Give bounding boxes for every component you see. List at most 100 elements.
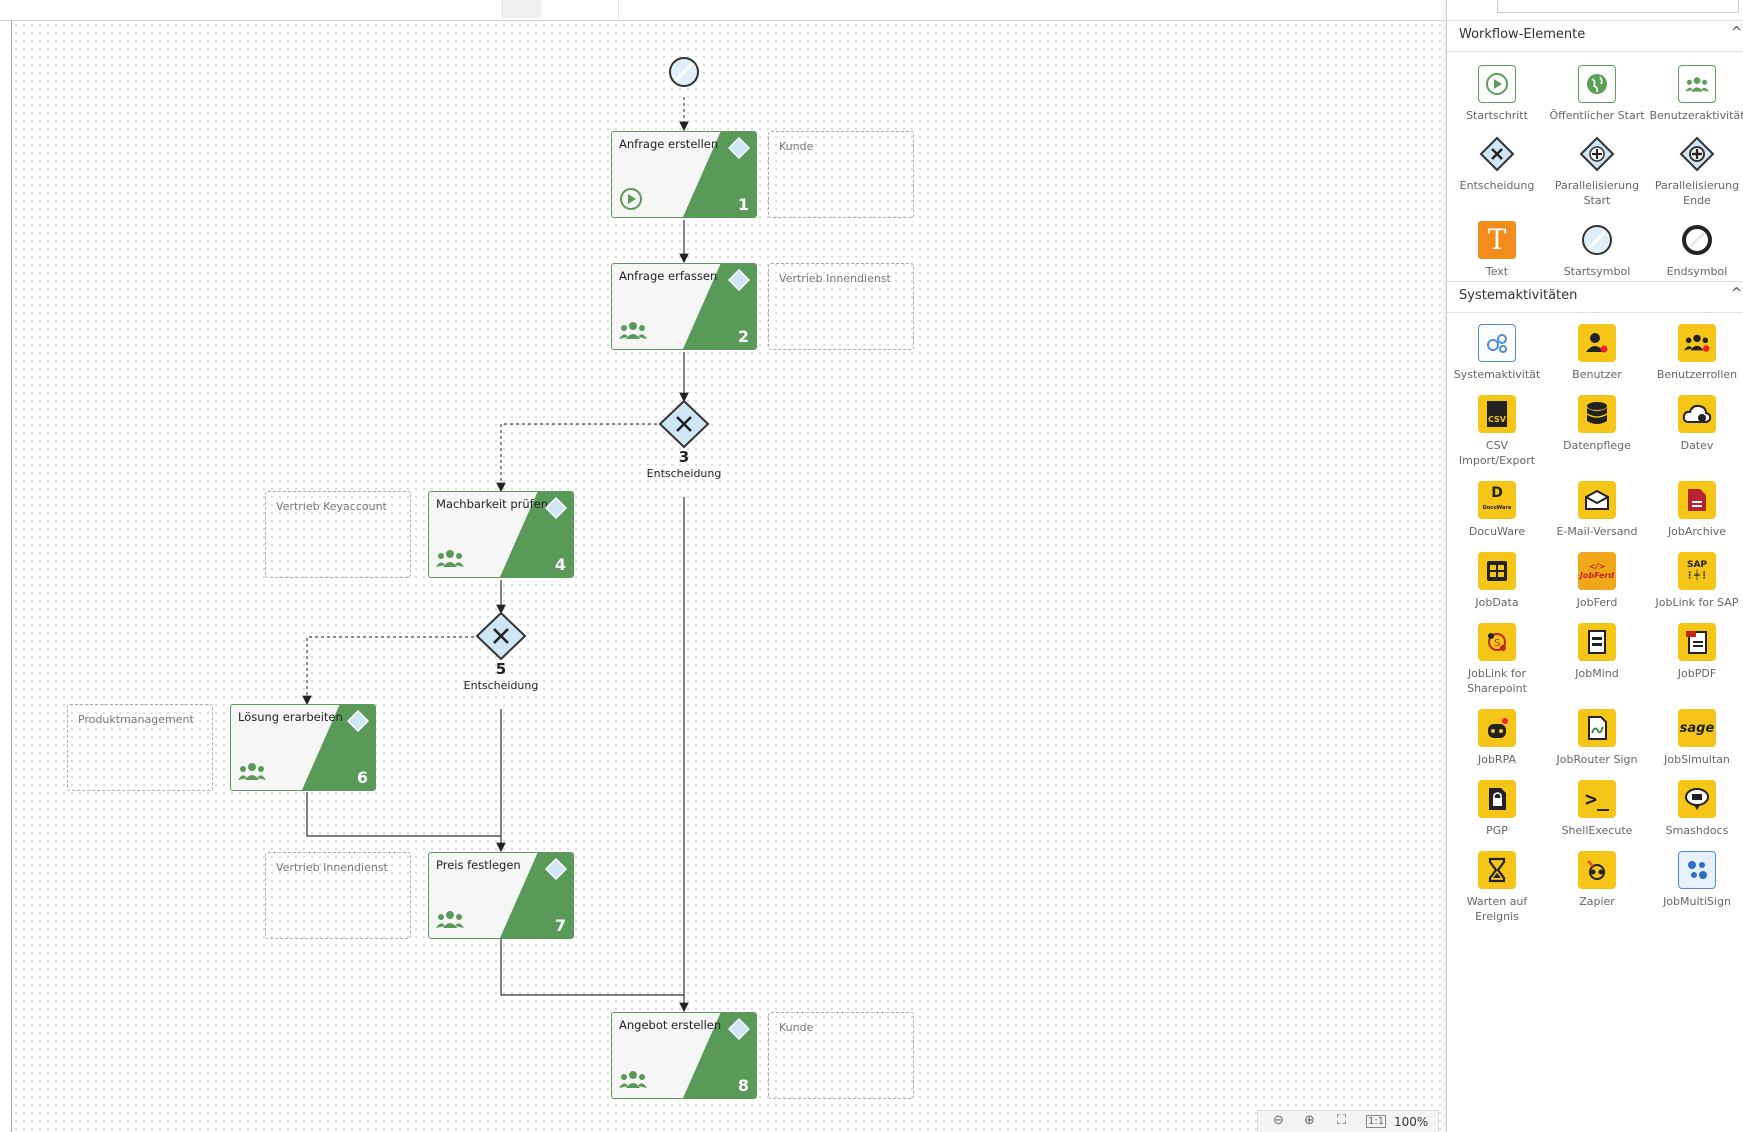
tool-jobdata[interactable]: JobData: [1447, 551, 1547, 610]
section-header-workflow[interactable]: Workflow-Elemente ^: [1447, 20, 1743, 52]
tool-startschritt[interactable]: Startschritt: [1447, 64, 1547, 123]
tool-jobarchive[interactable]: JobArchive: [1647, 480, 1743, 539]
tool-label: Text: [1485, 265, 1509, 278]
activity-box[interactable]: Preis festlegen 7: [428, 852, 574, 939]
toolbar-tab[interactable]: [618, 0, 701, 18]
tool-datenpflege[interactable]: Datenpflege: [1547, 394, 1647, 453]
tool-label: JobMultiSign: [1663, 895, 1731, 908]
users-icon: [238, 763, 266, 780]
lane-box[interactable]: Vertrieb Innendienst: [265, 852, 411, 939]
section-header-system[interactable]: Systemaktivitäten ^: [1447, 281, 1743, 313]
tool-label: JobPDF: [1677, 667, 1717, 680]
tool-jobmultisign[interactable]: JobMultiSign: [1647, 850, 1743, 909]
diamond-icon: [545, 858, 567, 880]
users-icon: [436, 550, 464, 567]
tool-docuware[interactable]: D DocuWare DocuWare: [1447, 480, 1547, 539]
tool-label: JobFerd: [1576, 596, 1618, 609]
tool-oeffentlicher-start[interactable]: Öffentlicher Start: [1547, 64, 1647, 123]
docuware-icon: D DocuWare: [1482, 484, 1512, 511]
tool-text[interactable]: T Text: [1447, 220, 1547, 279]
tool-jobmind[interactable]: JobMind: [1547, 622, 1647, 681]
tool-datev[interactable]: Datev: [1647, 394, 1743, 453]
table-icon: [1487, 561, 1507, 581]
tool-parallelisierung-ende[interactable]: Parallelisierung Ende: [1647, 134, 1743, 208]
activity-box[interactable]: Machbarkeit prüfen 4: [428, 491, 574, 578]
activity-box[interactable]: Lösung erarbeiten 6: [230, 704, 376, 791]
tool-pgp[interactable]: PGP: [1447, 779, 1547, 838]
tool-joblink-sap[interactable]: SAP ⋮╪⋮ JobLink for SAP: [1647, 551, 1743, 610]
zoom-out-icon[interactable]: ⊖: [1273, 1113, 1284, 1128]
tool-benutzer[interactable]: Benutzer: [1547, 323, 1647, 382]
tool-csv[interactable]: CSV CSV Import/Export: [1447, 394, 1547, 468]
connector: [500, 939, 684, 996]
tool-startsymbol[interactable]: Startsymbol: [1547, 220, 1647, 279]
hourglass-icon: [1488, 857, 1506, 883]
terminal-icon: >_: [1584, 787, 1610, 811]
zapier-icon: [1586, 859, 1605, 880]
fit-screen-icon[interactable]: ⛶: [1337, 1113, 1346, 1128]
activity-box[interactable]: Anfrage erfassen 2: [611, 263, 757, 350]
activity-title: Preis festlegen: [436, 858, 521, 872]
tool-jobferd[interactable]: </> JobFerd JobFerd: [1547, 551, 1647, 610]
tool-jobpdf[interactable]: JobPDF: [1647, 622, 1743, 681]
tool-jobrouter-sign[interactable]: JobRouter Sign: [1547, 708, 1647, 767]
tool-label: JobMind: [1575, 667, 1619, 680]
decision-gateway[interactable]: [658, 399, 710, 449]
actual-size-icon[interactable]: 1:1: [1366, 1115, 1387, 1128]
activity-title: Anfrage erstellen: [619, 137, 719, 151]
tool-label: Smashdocs: [1665, 824, 1729, 837]
tool-systemaktivitaet[interactable]: Systemaktivität: [1447, 323, 1547, 382]
tool-label: Warten auf Ereignis: [1466, 895, 1528, 923]
tool-benutzeraktivitaet[interactable]: Benutzeraktivität: [1647, 64, 1743, 123]
smashdocs-icon: [1685, 788, 1709, 810]
zoom-level: 100%: [1394, 1115, 1429, 1129]
tool-jobrpa[interactable]: JobRPA: [1447, 708, 1547, 767]
activity-box[interactable]: Anfrage erstellen 1: [611, 131, 757, 218]
start-symbol-icon: [1582, 225, 1612, 255]
activity-number: 6: [356, 768, 368, 787]
toolbar-tab[interactable]: [502, 0, 541, 18]
svg-text:S: S: [1494, 638, 1500, 649]
tool-jobsimultan[interactable]: sage JobSimultan: [1647, 708, 1743, 767]
globe-icon: [1587, 74, 1607, 94]
tool-entscheidung[interactable]: Entscheidung: [1447, 134, 1547, 193]
users-icon: [619, 1071, 647, 1088]
sharepoint-link-icon: S: [1488, 633, 1506, 651]
tool-label: Parallelisierung Ende: [1654, 179, 1740, 207]
tool-smashdocs[interactable]: Smashdocs: [1647, 779, 1743, 838]
lane-box[interactable]: Kunde: [768, 131, 914, 218]
gears-icon: [1487, 334, 1507, 353]
workflow-canvas[interactable]: 3 Entscheidung 5 Entscheidung Anfrage er…: [11, 21, 1446, 1132]
tool-zapier[interactable]: Zapier: [1547, 850, 1647, 909]
activity-box[interactable]: Angebot erstellen 8: [611, 1012, 757, 1099]
lane-label: Vertrieb Innendienst: [276, 861, 388, 874]
decision-gateway[interactable]: [475, 611, 527, 661]
lane-box[interactable]: Kunde: [768, 1012, 914, 1099]
lane-box[interactable]: Vertrieb Keyaccount: [265, 491, 411, 578]
tool-parallelisierung-start[interactable]: Parallelisierung Start: [1547, 134, 1647, 208]
tool-label: Datenpflege: [1563, 439, 1631, 452]
users-icon: [436, 911, 464, 928]
tool-joblink-sharepoint[interactable]: S JobLink for Sharepoint: [1447, 622, 1547, 696]
start-symbol[interactable]: [669, 57, 699, 87]
zoom-in-icon[interactable]: ⊕: [1304, 1113, 1315, 1128]
tool-warten[interactable]: Warten auf Ereignis: [1447, 850, 1547, 924]
tool-label: JobLink for Sharepoint: [1467, 667, 1527, 695]
lane-box[interactable]: Produktmanagement: [67, 704, 213, 791]
tool-shellexecute[interactable]: >_ ShellExecute: [1547, 779, 1647, 838]
chevron-up-icon[interactable]: ^: [1731, 25, 1742, 40]
mail-icon: [1585, 489, 1609, 510]
tool-email[interactable]: E-Mail-Versand: [1547, 480, 1647, 539]
lane-box[interactable]: Vertrieb Innendienst: [768, 263, 914, 350]
lane-label: Vertrieb Innendienst: [779, 272, 891, 285]
panel-search-input[interactable]: [1497, 0, 1739, 13]
parallel-end-icon: [1679, 136, 1715, 172]
chevron-up-icon[interactable]: ^: [1731, 286, 1742, 301]
activity-title: Lösung erarbeiten: [238, 710, 343, 724]
tool-benutzerrollen[interactable]: Benutzerrollen: [1647, 323, 1743, 382]
tool-label: JobSimultan: [1664, 753, 1730, 766]
tool-label: JobData: [1475, 596, 1519, 609]
tool-label: ShellExecute: [1561, 824, 1633, 837]
tool-endsymbol[interactable]: Endsymbol: [1647, 220, 1743, 279]
tool-label: JobRPA: [1477, 753, 1517, 766]
